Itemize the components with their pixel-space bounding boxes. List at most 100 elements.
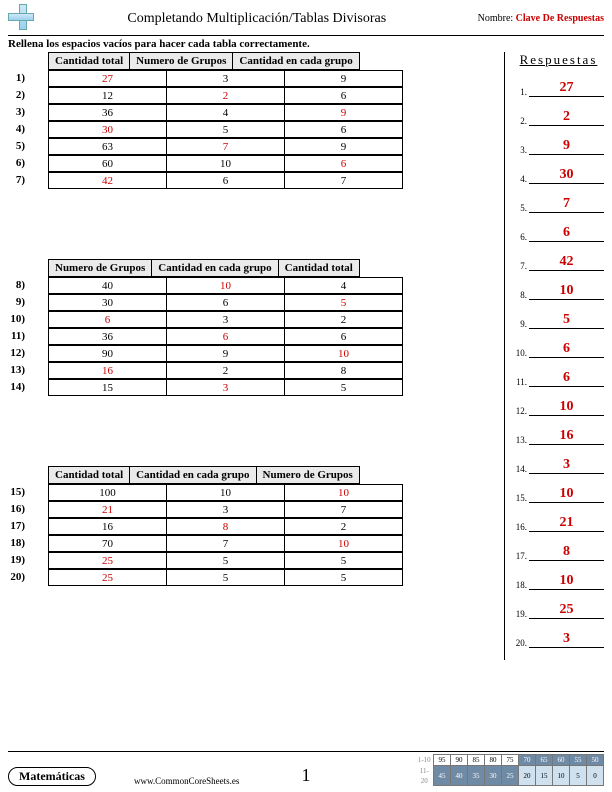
row-number: 19) xyxy=(8,552,28,569)
footer-url: www.CommonCoreSheets.es xyxy=(134,776,239,786)
answer-number: 17. xyxy=(513,551,527,561)
answer-row: 6.6 xyxy=(513,225,604,242)
row-number: 6) xyxy=(8,155,28,172)
answer-row: 11.6 xyxy=(513,370,604,387)
table-cell: 6 xyxy=(167,295,285,311)
score-cell: 35 xyxy=(468,766,485,786)
answer-row: 9.5 xyxy=(513,312,604,329)
answer-value: 6 xyxy=(529,225,604,242)
answer-value: 5 xyxy=(529,312,604,329)
table-cell: 10 xyxy=(285,485,403,501)
answer-number: 9. xyxy=(513,319,527,329)
table-cell: 60 xyxy=(49,156,167,172)
row-number: 8) xyxy=(8,277,28,294)
row-number: 2) xyxy=(8,87,28,104)
answer-value: 25 xyxy=(529,602,604,619)
answer-value: 21 xyxy=(529,515,604,532)
worksheet-title: Completando Multiplicación/Tablas Diviso… xyxy=(42,11,472,27)
answer-number: 5. xyxy=(513,203,527,213)
column-header: Numero de Grupos xyxy=(49,260,152,277)
table-cell: 5 xyxy=(167,122,285,138)
row-number: 11) xyxy=(8,328,28,345)
score-cell: 15 xyxy=(536,766,553,786)
table-2: Numero de GruposCantidad en cada grupoCa… xyxy=(8,259,500,396)
table-cell: 5 xyxy=(285,295,403,311)
table-cell: 7 xyxy=(285,502,403,518)
answer-value: 10 xyxy=(529,573,604,590)
table-cell: 90 xyxy=(49,346,167,362)
answer-value: 8 xyxy=(529,544,604,561)
answer-row: 15.10 xyxy=(513,486,604,503)
score-cell: 70 xyxy=(519,755,536,766)
table-cell: 10 xyxy=(167,485,285,501)
score-cell: 80 xyxy=(485,755,502,766)
column-header: Numero de Grupos xyxy=(130,53,233,70)
score-cell: 20 xyxy=(519,766,536,786)
table-cell: 9 xyxy=(285,105,403,121)
table-cell: 3 xyxy=(167,380,285,396)
score-cell: 50 xyxy=(587,755,604,766)
table-cell: 7 xyxy=(167,139,285,155)
table-cell: 7 xyxy=(285,173,403,189)
answer-number: 10. xyxy=(513,348,527,358)
answer-number: 15. xyxy=(513,493,527,503)
table-cell: 70 xyxy=(49,536,167,552)
score-cell: 45 xyxy=(434,766,451,786)
row-number: 20) xyxy=(8,569,28,586)
table-cell: 21 xyxy=(49,502,167,518)
answer-value: 10 xyxy=(529,283,604,300)
answer-row: 12.10 xyxy=(513,399,604,416)
answer-number: 2. xyxy=(513,116,527,126)
table-cell: 25 xyxy=(49,570,167,586)
answer-number: 14. xyxy=(513,464,527,474)
answer-row: 17.8 xyxy=(513,544,604,561)
row-number: 7) xyxy=(8,172,28,189)
row-number: 17) xyxy=(8,518,28,535)
table-cell: 10 xyxy=(167,156,285,172)
answer-value: 42 xyxy=(529,254,604,271)
table-cell: 9 xyxy=(285,139,403,155)
table-cell: 36 xyxy=(49,105,167,121)
row-number: 4) xyxy=(8,121,28,138)
answers-title: Respuestas xyxy=(513,52,604,68)
table-cell: 2 xyxy=(167,88,285,104)
score-label: 11-20 xyxy=(417,766,434,786)
answer-row: 1.27 xyxy=(513,80,604,97)
table-cell: 15 xyxy=(49,380,167,396)
table-cell: 25 xyxy=(49,553,167,569)
table-cell: 40 xyxy=(49,278,167,294)
answer-row: 13.16 xyxy=(513,428,604,445)
score-cell: 60 xyxy=(553,755,570,766)
answer-row: 5.7 xyxy=(513,196,604,213)
row-number: 13) xyxy=(8,362,28,379)
table-3: Cantidad totalCantidad en cada grupoNume… xyxy=(8,466,500,586)
column-header: Cantidad en cada grupo xyxy=(152,260,278,277)
table-1: Cantidad totalNumero de GruposCantidad e… xyxy=(8,52,500,189)
column-header: Cantidad en cada grupo xyxy=(233,53,359,70)
row-number: 3) xyxy=(8,104,28,121)
answer-value: 6 xyxy=(529,370,604,387)
answer-row: 19.25 xyxy=(513,602,604,619)
page-number: 1 xyxy=(302,765,311,786)
score-cell: 30 xyxy=(485,766,502,786)
answer-number: 12. xyxy=(513,406,527,416)
answer-number: 8. xyxy=(513,290,527,300)
row-number: 16) xyxy=(8,501,28,518)
table-cell: 6 xyxy=(285,88,403,104)
score-cell: 55 xyxy=(570,755,587,766)
instruction-text: Rellena los espacios vacíos para hacer c… xyxy=(8,38,604,50)
answer-value: 7 xyxy=(529,196,604,213)
column-header: Cantidad total xyxy=(278,260,359,277)
header: Completando Multiplicación/Tablas Diviso… xyxy=(8,4,604,36)
row-number: 10) xyxy=(8,311,28,328)
answer-row: 10.6 xyxy=(513,341,604,358)
column-header: Cantidad total xyxy=(49,53,130,70)
table-cell: 16 xyxy=(49,519,167,535)
row-number: 1) xyxy=(8,70,28,87)
answer-value: 10 xyxy=(529,486,604,503)
table-cell: 42 xyxy=(49,173,167,189)
answer-row: 3.9 xyxy=(513,138,604,155)
answer-number: 4. xyxy=(513,174,527,184)
table-cell: 5 xyxy=(167,570,285,586)
table-cell: 6 xyxy=(49,312,167,328)
